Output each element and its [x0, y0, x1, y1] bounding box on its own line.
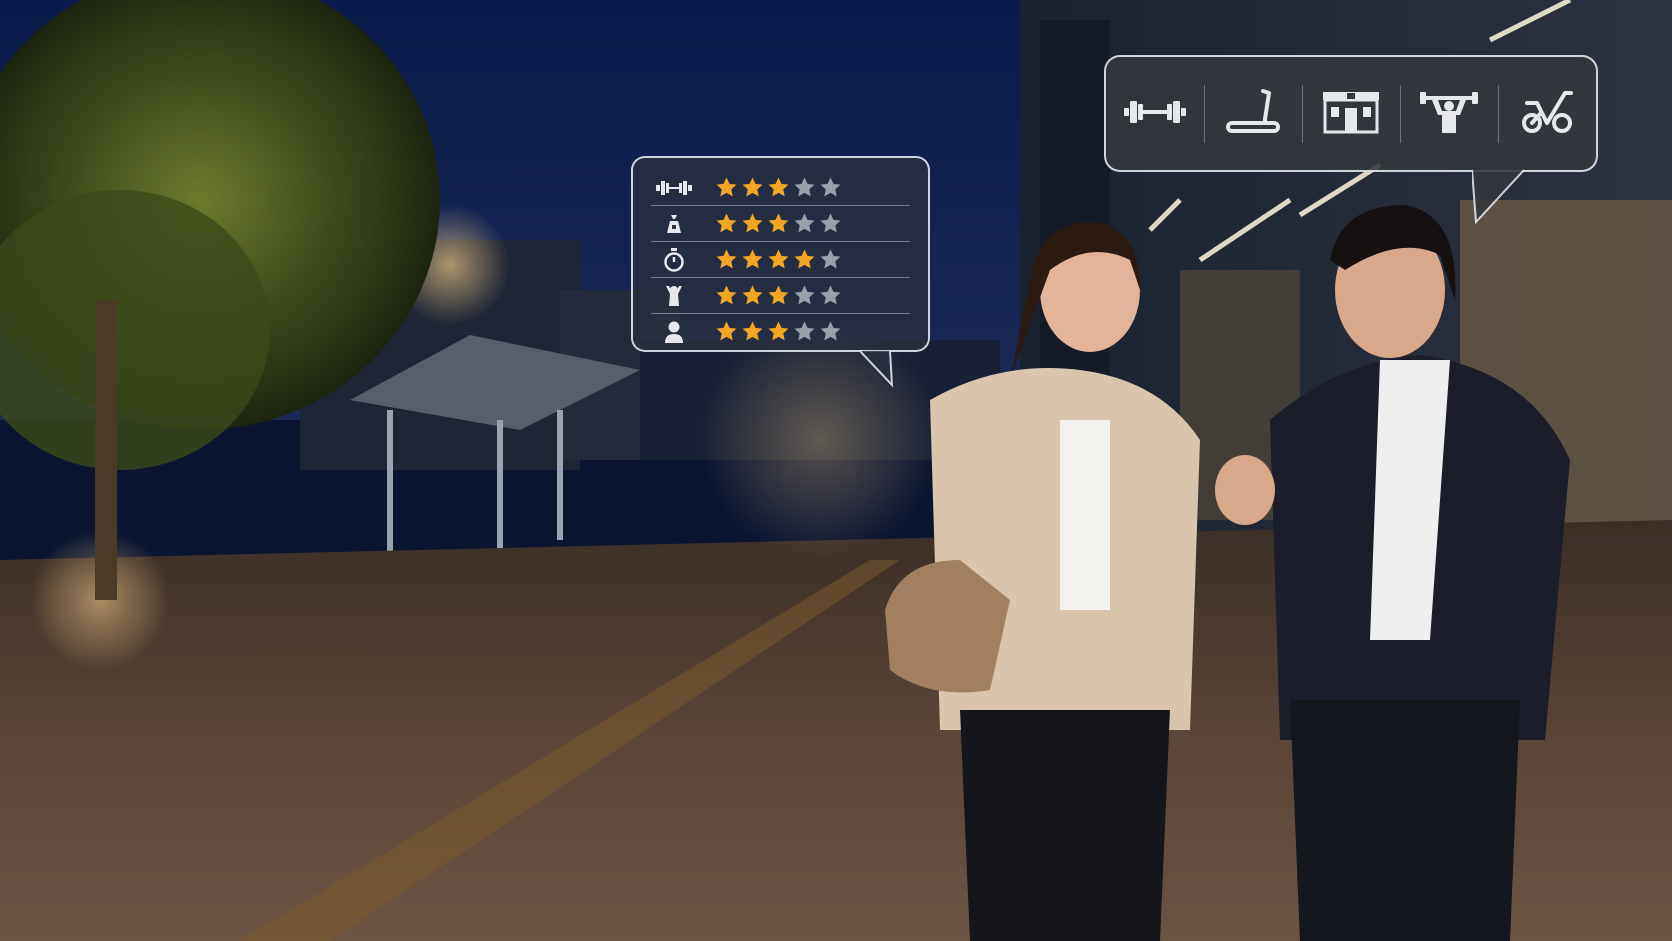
person-icon: [651, 320, 697, 344]
category-cycling[interactable]: [1498, 79, 1596, 149]
category-bar: [1104, 55, 1598, 172]
stopwatch-icon: [651, 247, 697, 272]
star-rating: [715, 284, 842, 307]
star-empty-icon: [820, 321, 841, 341]
star-filled-icon: [716, 177, 737, 197]
star-filled-icon: [716, 249, 737, 269]
star-filled-icon: [794, 249, 815, 269]
star-empty-icon: [794, 321, 815, 341]
rating-row: [651, 314, 910, 349]
star-empty-icon: [820, 213, 841, 233]
star-filled-icon: [742, 213, 763, 233]
category-treadmill[interactable]: [1204, 79, 1302, 149]
star-empty-icon: [794, 285, 815, 305]
star-rating: [715, 212, 842, 235]
category-dumbbell[interactable]: [1106, 79, 1204, 149]
star-filled-icon: [768, 249, 789, 269]
star-filled-icon: [768, 321, 789, 341]
star-rating: [715, 248, 842, 271]
weight-bag-icon: [651, 213, 697, 235]
star-filled-icon: [768, 213, 789, 233]
treadmill-icon: [1225, 87, 1281, 141]
trainer-icon: [651, 284, 697, 308]
rating-card: [631, 156, 930, 352]
star-rating: [715, 176, 842, 199]
star-filled-icon: [768, 177, 789, 197]
star-filled-icon: [716, 285, 737, 305]
rating-row: [651, 206, 910, 242]
rating-row: [651, 278, 910, 314]
street-scene: [0, 0, 1672, 941]
weightlifter-icon: [1420, 89, 1478, 139]
rating-row: [651, 242, 910, 278]
gym-building-icon: [1321, 90, 1381, 138]
star-empty-icon: [820, 249, 841, 269]
star-filled-icon: [742, 285, 763, 305]
exercise-bike-icon: [1521, 89, 1573, 139]
star-empty-icon: [820, 285, 841, 305]
category-bubble-tail: [1472, 169, 1525, 224]
star-filled-icon: [716, 213, 737, 233]
star-empty-icon: [820, 177, 841, 197]
dumbbell-icon: [651, 178, 697, 198]
category-gym[interactable]: [1302, 79, 1400, 149]
star-rating: [715, 320, 842, 343]
star-filled-icon: [768, 285, 789, 305]
star-filled-icon: [742, 177, 763, 197]
star-empty-icon: [794, 177, 815, 197]
star-filled-icon: [742, 321, 763, 341]
star-filled-icon: [742, 249, 763, 269]
star-filled-icon: [716, 321, 737, 341]
dumbbell-icon: [1124, 96, 1186, 132]
star-empty-icon: [794, 213, 815, 233]
category-weightlifting[interactable]: [1400, 79, 1498, 149]
rating-bubble-tail: [860, 350, 894, 388]
rating-row: [651, 170, 910, 206]
